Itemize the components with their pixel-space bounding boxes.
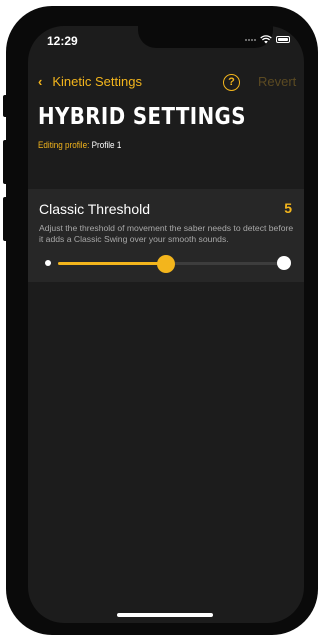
slider-thumb[interactable] (157, 255, 176, 273)
status-icons (245, 35, 290, 44)
back-button-label: Kinetic Settings (52, 74, 142, 89)
slider-track[interactable] (58, 255, 284, 273)
wifi-icon (260, 35, 272, 44)
chevron-left-icon: ‹ (38, 74, 43, 89)
editing-profile-label: Editing profile: (38, 140, 90, 150)
setting-name: Classic Threshold (39, 201, 151, 217)
status-time: 12:29 (47, 34, 78, 48)
revert-button[interactable]: Revert (258, 74, 296, 89)
back-button[interactable]: ‹ Kinetic Settings (38, 74, 142, 89)
setting-value: 5 (284, 200, 292, 216)
cellular-dots-icon (245, 38, 256, 41)
home-indicator (117, 613, 213, 617)
nav-bar: ‹ Kinetic Settings ? Revert (28, 74, 304, 94)
slider-min-icon (45, 260, 51, 266)
phone-side-button (3, 95, 9, 117)
editing-profile-line: Editing profile: Profile 1 (38, 140, 121, 150)
help-icon[interactable]: ? (223, 74, 240, 91)
phone-volume-down-button (3, 197, 9, 241)
slider-fill (58, 262, 167, 265)
setting-description: Adjust the threshold of movement the sab… (39, 223, 294, 244)
classic-threshold-card: Classic Threshold 5 Adjust the threshold… (28, 189, 304, 282)
editing-profile-name: Profile 1 (91, 140, 122, 150)
classic-threshold-slider[interactable] (28, 253, 304, 277)
phone-volume-up-button (3, 140, 9, 184)
battery-icon (276, 36, 290, 43)
slider-max-icon (277, 256, 291, 270)
page-title: HYBRID SETTINGS (38, 104, 246, 130)
app-screen: 12:29 ‹ Kinetic Settings ? Revert HYBRID… (28, 26, 304, 623)
